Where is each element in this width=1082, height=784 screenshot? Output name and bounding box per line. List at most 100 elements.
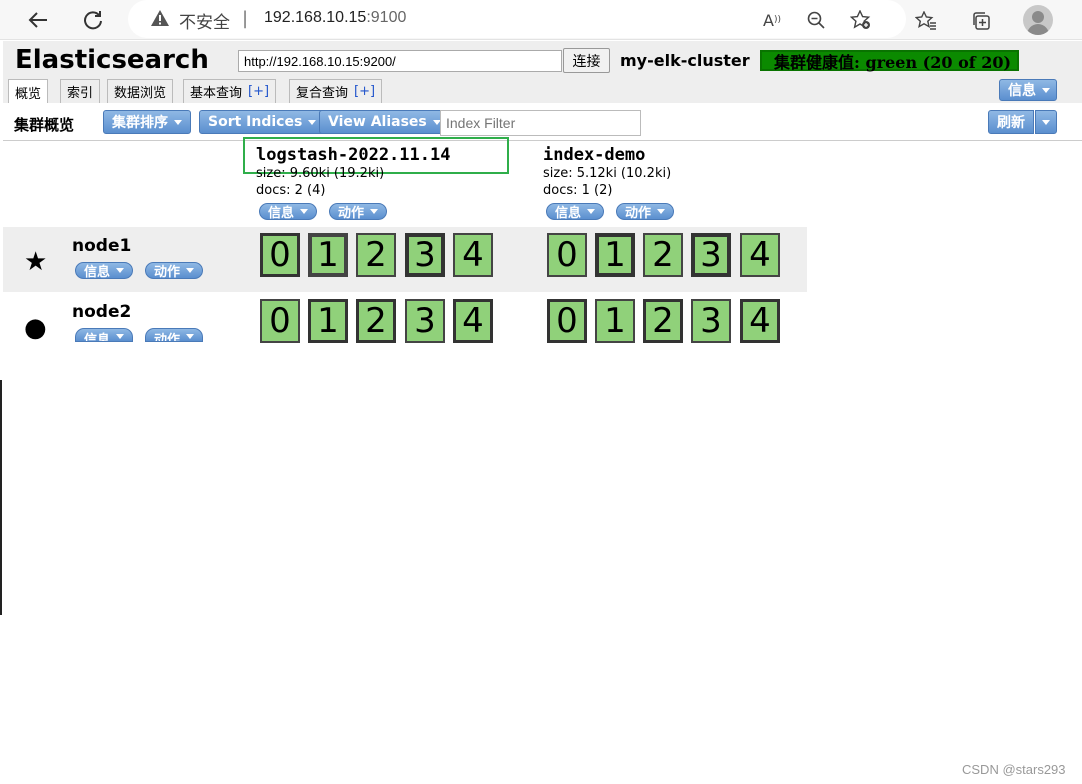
insecure-label: 不安全 [179, 13, 230, 33]
tab-plus[interactable]: [+] [354, 84, 375, 99]
shard-replica[interactable]: 4 [453, 233, 493, 277]
button-label: Sort Indices [208, 114, 303, 130]
shard-primary[interactable]: 1 [595, 233, 635, 277]
button-label: View Aliases [328, 114, 427, 130]
view-aliases-button[interactable]: View Aliases [319, 110, 450, 134]
es-header: Elasticsearch 连接 my-elk-cluster 集群健康值: g… [3, 41, 1082, 104]
refresh-button[interactable]: 刷新 [988, 110, 1034, 134]
node-action-button[interactable]: 动作 [145, 328, 204, 342]
shard-replica[interactable]: 0 [547, 233, 587, 277]
browser-toolbar: 不安全 | 192.168.10.15:9100 A)) [0, 0, 1082, 40]
index-docs: docs: 1 (2) [543, 183, 613, 198]
tab-indices[interactable]: 索引 [60, 79, 101, 103]
refresh-options-button[interactable] [1035, 110, 1057, 134]
shard-replica[interactable]: 0 [260, 299, 300, 343]
caret-down-icon [1042, 119, 1050, 125]
tab-plus[interactable]: [+] [248, 84, 269, 99]
app-logo: Elasticsearch [15, 45, 209, 75]
index-size: size: 9.60ki (19.2ki) [256, 166, 385, 181]
warning-icon[interactable] [150, 9, 170, 29]
shard-replica[interactable]: 3 [691, 299, 731, 343]
caret-down-icon [174, 119, 182, 125]
button-label: 动作 [154, 333, 181, 342]
shard-primary[interactable]: 0 [260, 233, 300, 277]
shard-primary[interactable]: 1 [308, 299, 348, 343]
index-docs: docs: 2 (4) [256, 183, 326, 198]
favorites-icon[interactable] [913, 8, 939, 34]
button-label: 动作 [338, 206, 365, 220]
button-label: 刷新 [997, 115, 1025, 131]
button-label: 信息 [268, 206, 295, 220]
button-label: 动作 [625, 206, 652, 220]
sort-indices-button[interactable]: Sort Indices [199, 110, 326, 134]
tab-overview[interactable]: 概览 [8, 79, 49, 104]
button-label: 信息 [1008, 83, 1036, 99]
profile-avatar[interactable] [1023, 5, 1053, 35]
caret-down-icon [308, 119, 317, 125]
shard-primary[interactable]: 0 [547, 299, 587, 343]
tab-complex-query[interactable]: 复合查询 [+] [289, 79, 383, 103]
url-text: 192.168.10.15:9100 [264, 9, 406, 27]
shard-primary[interactable]: 3 [691, 233, 731, 277]
caret-down-icon [116, 268, 125, 273]
index-action-button[interactable]: 动作 [616, 203, 675, 220]
url-port: :9100 [366, 9, 407, 26]
node-action-button[interactable]: 动作 [145, 262, 204, 279]
shard-primary[interactable]: 2 [356, 299, 396, 343]
index-filter-input[interactable] [440, 110, 641, 136]
caret-down-icon [1042, 87, 1050, 93]
shard-primary[interactable]: 4 [453, 299, 493, 343]
address-separator: | [242, 8, 249, 29]
tab-browser[interactable]: 数据浏览 [107, 79, 174, 103]
shard-replica[interactable]: 3 [405, 299, 445, 343]
address-bar[interactable]: 不安全 | 192.168.10.15:9100 A)) [128, 0, 906, 38]
tab-label: 数据浏览 [114, 86, 167, 101]
window-edge [0, 380, 2, 615]
tab-label: 概览 [15, 86, 42, 102]
tab-basic-query[interactable]: 基本查询 [+] [183, 79, 277, 103]
button-label: 动作 [154, 265, 181, 279]
index-size: size: 5.12ki (10.2ki) [543, 166, 672, 181]
back-arrow-icon[interactable] [24, 6, 52, 34]
shard-replica[interactable]: 2 [356, 233, 396, 277]
shard-replica[interactable]: 4 [740, 233, 780, 277]
info-menu-button[interactable]: 信息 [999, 79, 1057, 101]
cluster-name: my-elk-cluster [620, 51, 750, 70]
shard-replica[interactable]: 1 [308, 233, 348, 277]
index-info-button[interactable]: 信息 [259, 203, 318, 220]
caret-down-icon [186, 334, 195, 339]
node-name: node1 [72, 236, 132, 256]
tab-label: 索引 [67, 86, 94, 101]
reload-icon[interactable] [79, 6, 107, 34]
url-host: 192.168.10.15 [264, 9, 367, 26]
button-label: 信息 [555, 206, 582, 220]
overview-title: 集群概览 [14, 116, 75, 134]
index-action-button[interactable]: 动作 [329, 203, 388, 220]
star-icon: ★ [24, 247, 48, 277]
caret-down-icon [370, 209, 379, 214]
node-info-button[interactable]: 信息 [75, 328, 134, 342]
caret-down-icon [657, 209, 666, 214]
add-favorite-icon[interactable] [849, 8, 873, 32]
cluster-sort-button[interactable]: 集群排序 [103, 110, 191, 134]
cluster-health-badge: 集群健康值: green (20 of 20) [760, 50, 1019, 72]
shard-primary[interactable]: 2 [643, 299, 683, 343]
node-info-button[interactable]: 信息 [75, 262, 134, 279]
zoom-out-icon[interactable] [804, 8, 828, 32]
node-name: node2 [72, 302, 132, 322]
index-name: index-demo [543, 145, 646, 165]
caret-down-icon [186, 268, 195, 273]
connection-url-input[interactable] [238, 50, 562, 72]
shard-replica[interactable]: 1 [595, 299, 635, 343]
collections-icon[interactable] [968, 8, 994, 34]
circle-icon: ● [24, 313, 47, 343]
read-aloud-icon[interactable]: A)) [760, 8, 784, 32]
shard-primary[interactable]: 3 [405, 233, 445, 277]
button-label: 信息 [84, 333, 111, 342]
shard-replica[interactable]: 2 [643, 233, 683, 277]
tab-label: 复合查询 [296, 86, 349, 101]
index-name: logstash-2022.11.14 [256, 145, 451, 165]
connect-button[interactable]: 连接 [563, 48, 610, 73]
shard-primary[interactable]: 4 [740, 299, 780, 343]
index-info-button[interactable]: 信息 [546, 203, 605, 220]
